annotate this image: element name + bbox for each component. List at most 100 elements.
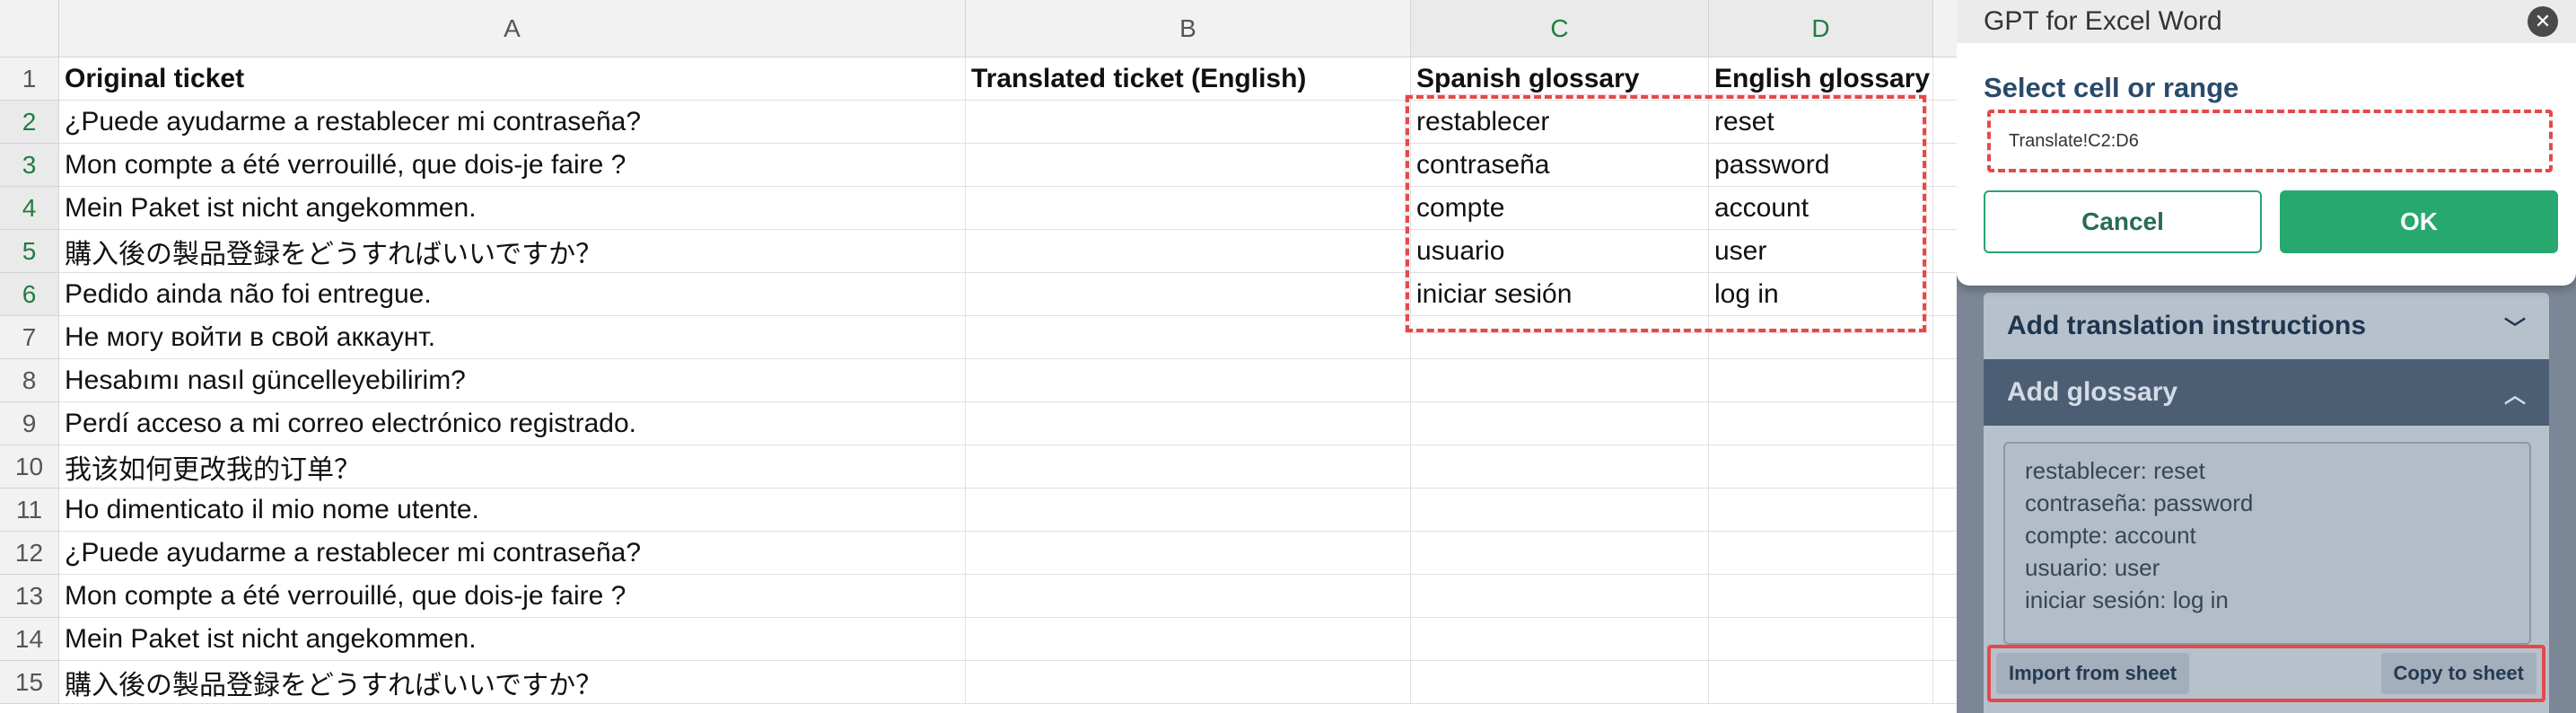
cell-e13[interactable] <box>1933 575 1957 618</box>
cell-a11[interactable]: Ho dimenticato il mio nome utente. <box>59 489 966 532</box>
cell-b3[interactable] <box>966 144 1411 187</box>
cell-d4[interactable]: account <box>1709 187 1933 230</box>
cell-d9[interactable] <box>1709 402 1933 445</box>
copy-to-sheet-button[interactable]: Copy to sheet <box>2380 653 2537 694</box>
cell-d11[interactable] <box>1709 489 1933 532</box>
cell-b4[interactable] <box>966 187 1411 230</box>
row-header[interactable]: 14 <box>0 618 59 661</box>
translation-instructions-accordion[interactable]: Add translation instructions ﹀ <box>1984 293 2549 359</box>
ok-button[interactable]: OK <box>2280 190 2558 253</box>
cell-e12[interactable] <box>1933 532 1957 575</box>
import-from-sheet-button[interactable]: Import from sheet <box>1996 653 2190 694</box>
cell-a3[interactable]: Mon compte a été verrouillé, que dois-je… <box>59 144 966 187</box>
cell-d15[interactable] <box>1709 661 1933 704</box>
cell-e5[interactable] <box>1933 230 1957 273</box>
cell-b8[interactable] <box>966 359 1411 402</box>
cell-c7[interactable] <box>1411 316 1709 359</box>
cell-a14[interactable]: Mein Paket ist nicht angekommen. <box>59 618 966 661</box>
cell-e1[interactable] <box>1933 57 1957 101</box>
cell-c10[interactable] <box>1411 445 1709 489</box>
cell-a9[interactable]: Perdí acceso a mi correo electrónico reg… <box>59 402 966 445</box>
cell-d12[interactable] <box>1709 532 1933 575</box>
cell-b13[interactable] <box>966 575 1411 618</box>
column-header-d[interactable]: D <box>1709 0 1933 57</box>
cell-c2[interactable]: restablecer <box>1411 101 1709 144</box>
cell-b9[interactable] <box>966 402 1411 445</box>
cell-e15[interactable] <box>1933 661 1957 704</box>
cell-c3[interactable]: contraseña <box>1411 144 1709 187</box>
cell-a6[interactable]: Pedido ainda não foi entregue. <box>59 273 966 316</box>
cell-a2[interactable]: ¿Puede ayudarme a restablecer mi contras… <box>59 101 966 144</box>
row-header[interactable]: 5 <box>0 230 59 273</box>
cell-b7[interactable] <box>966 316 1411 359</box>
cell-d2[interactable]: reset <box>1709 101 1933 144</box>
column-header-e[interactable] <box>1933 0 1957 57</box>
cell-b6[interactable] <box>966 273 1411 316</box>
row-header[interactable]: 3 <box>0 144 59 187</box>
cell-e11[interactable] <box>1933 489 1957 532</box>
row-header[interactable]: 15 <box>0 661 59 704</box>
row-header[interactable]: 1 <box>0 57 59 101</box>
row-header[interactable]: 9 <box>0 402 59 445</box>
cell-d14[interactable] <box>1709 618 1933 661</box>
cell-a15[interactable]: 購入後の製品登録をどうすればいいですか？ <box>59 661 966 704</box>
cell-e6[interactable] <box>1933 273 1957 316</box>
cell-b5[interactable] <box>966 230 1411 273</box>
glossary-accordion[interactable]: Add glossary ︿ <box>1984 359 2549 426</box>
row-header[interactable]: 13 <box>0 575 59 618</box>
cell-b1[interactable]: Translated ticket (English) <box>966 57 1411 101</box>
cell-c13[interactable] <box>1411 575 1709 618</box>
cell-e9[interactable] <box>1933 402 1957 445</box>
cell-d7[interactable] <box>1709 316 1933 359</box>
cell-d13[interactable] <box>1709 575 1933 618</box>
column-header-b[interactable]: B <box>966 0 1411 57</box>
cell-c15[interactable] <box>1411 661 1709 704</box>
cell-a7[interactable]: Не могу войти в свой аккаунт. <box>59 316 966 359</box>
row-header[interactable]: 2 <box>0 101 59 144</box>
range-input[interactable] <box>1987 110 2553 172</box>
cell-e8[interactable] <box>1933 359 1957 402</box>
cell-c6[interactable]: iniciar sesión <box>1411 273 1709 316</box>
cell-a12[interactable]: ¿Puede ayudarme a restablecer mi contras… <box>59 532 966 575</box>
cell-c12[interactable] <box>1411 532 1709 575</box>
row-header[interactable]: 8 <box>0 359 59 402</box>
select-all-corner[interactable] <box>0 0 59 57</box>
cell-b10[interactable] <box>966 445 1411 489</box>
column-header-a[interactable]: A <box>59 0 966 57</box>
cell-b2[interactable] <box>966 101 1411 144</box>
cell-d3[interactable]: password <box>1709 144 1933 187</box>
cell-e14[interactable] <box>1933 618 1957 661</box>
column-header-c[interactable]: C <box>1411 0 1709 57</box>
cell-e7[interactable] <box>1933 316 1957 359</box>
cell-a13[interactable]: Mon compte a été verrouillé, que dois-je… <box>59 575 966 618</box>
cell-b15[interactable] <box>966 661 1411 704</box>
row-header[interactable]: 4 <box>0 187 59 230</box>
row-header[interactable]: 11 <box>0 489 59 532</box>
cell-e10[interactable] <box>1933 445 1957 489</box>
row-header[interactable]: 10 <box>0 445 59 489</box>
cell-b14[interactable] <box>966 618 1411 661</box>
cell-c14[interactable] <box>1411 618 1709 661</box>
cell-e4[interactable] <box>1933 187 1957 230</box>
cell-b11[interactable] <box>966 489 1411 532</box>
glossary-textarea[interactable]: restablecer: reset contraseña: password … <box>2003 442 2531 645</box>
cell-d10[interactable] <box>1709 445 1933 489</box>
cancel-button[interactable]: Cancel <box>1984 190 2262 253</box>
row-header[interactable]: 12 <box>0 532 59 575</box>
cell-a5[interactable]: 購入後の製品登録をどうすればいいですか？ <box>59 230 966 273</box>
cell-b12[interactable] <box>966 532 1411 575</box>
cell-c1[interactable]: Spanish glossary <box>1411 57 1709 101</box>
cell-c11[interactable] <box>1411 489 1709 532</box>
close-icon[interactable]: ✕ <box>2528 6 2558 37</box>
cell-a4[interactable]: Mein Paket ist nicht angekommen. <box>59 187 966 230</box>
cell-a10[interactable]: 我该如何更改我的订单？ <box>59 445 966 489</box>
cell-a1[interactable]: Original ticket <box>59 57 966 101</box>
cell-c5[interactable]: usuario <box>1411 230 1709 273</box>
cell-d6[interactable]: log in <box>1709 273 1933 316</box>
cell-d1[interactable]: English glossary <box>1709 57 1933 101</box>
cell-c4[interactable]: compte <box>1411 187 1709 230</box>
cell-d5[interactable]: user <box>1709 230 1933 273</box>
cell-c9[interactable] <box>1411 402 1709 445</box>
cell-d8[interactable] <box>1709 359 1933 402</box>
cell-c8[interactable] <box>1411 359 1709 402</box>
